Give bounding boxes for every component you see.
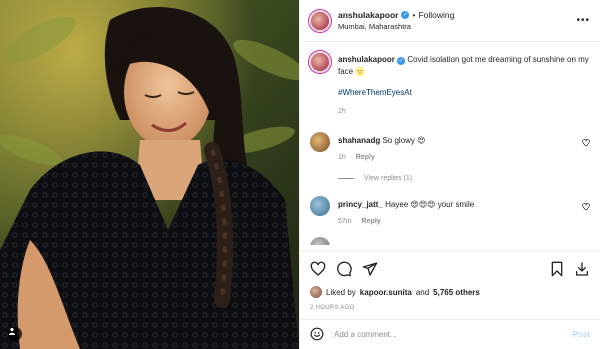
- reply-button[interactable]: Reply: [356, 152, 375, 163]
- post-modal: anshulakapoor ✓ • Following Mumbai, Maha…: [0, 0, 600, 349]
- caption-username[interactable]: anshulakapoor: [338, 55, 395, 64]
- post-side-panel: anshulakapoor ✓ • Following Mumbai, Maha…: [299, 0, 600, 349]
- comments-list[interactable]: anshulakapoor ✓ Covid isolation got me d…: [300, 42, 600, 251]
- view-replies-label: View replies (1): [364, 175, 413, 182]
- liker-username[interactable]: kapoor.sunita: [360, 288, 412, 297]
- comment-username[interactable]: shahanadg: [338, 136, 380, 145]
- comment-age[interactable]: 57m: [338, 216, 352, 227]
- emoji-icon[interactable]: [310, 327, 324, 343]
- post-photo[interactable]: [0, 0, 299, 349]
- more-horizontal-icon[interactable]: •••: [576, 15, 590, 26]
- caption-age[interactable]: 2h: [338, 106, 590, 118]
- comment-text: So glowy 😍: [382, 136, 426, 145]
- caption-author-avatar[interactable]: [310, 52, 330, 72]
- view-replies-button[interactable]: View replies (1): [338, 175, 590, 182]
- paper-plane-icon[interactable]: [362, 261, 378, 279]
- likes-others-link[interactable]: 5,765 others: [433, 288, 480, 297]
- comment-item: shahanadg So glowy 😍 1h Reply: [310, 132, 590, 163]
- post-header: anshulakapoor ✓ • Following Mumbai, Maha…: [300, 0, 600, 42]
- comment-age[interactable]: 1h: [338, 152, 346, 163]
- bookmark-icon[interactable]: [550, 261, 564, 279]
- caption-hashtag[interactable]: #WhereThemEyesAt: [338, 87, 590, 99]
- likes-middle: and: [415, 287, 430, 297]
- download-icon[interactable]: [574, 261, 590, 279]
- comment-username[interactable]: princy_jatt_: [338, 200, 383, 209]
- replies-divider: [338, 178, 354, 179]
- following-button[interactable]: Following: [418, 10, 454, 20]
- comment-item: princy_jatt_ Hayee 😍😍😍 your smile 57m Re…: [310, 196, 590, 227]
- author-avatar[interactable]: [310, 10, 330, 31]
- comment-like-heart-icon[interactable]: [582, 203, 590, 213]
- comment-item-partial: [310, 237, 590, 245]
- likes-prefix: Liked by: [326, 287, 356, 297]
- photo-illustration: [0, 0, 299, 349]
- add-comment-bar: Post: [300, 319, 600, 349]
- verified-badge-icon: ✓: [401, 11, 410, 19]
- comment-input[interactable]: [334, 330, 563, 339]
- likes-summary: Liked by kapoor.sunita and 5,765 others: [310, 286, 590, 298]
- post-location[interactable]: Mumbai, Maharashtra: [338, 22, 454, 31]
- commenter-avatar[interactable]: [310, 132, 330, 152]
- reply-button[interactable]: Reply: [362, 216, 381, 227]
- user-tag-icon[interactable]: [8, 327, 22, 341]
- verified-badge-icon: ✓: [397, 57, 406, 65]
- comment-text: Hayee 😍😍😍 your smile: [385, 200, 475, 209]
- comment-icon[interactable]: [336, 261, 352, 279]
- commenter-avatar[interactable]: [310, 196, 330, 216]
- heart-icon[interactable]: [310, 261, 326, 279]
- liker-avatar[interactable]: [310, 286, 322, 298]
- post-actions: Liked by kapoor.sunita and 5,765 others …: [300, 251, 600, 319]
- post-caption: anshulakapoor ✓ Covid isolation got me d…: [310, 52, 590, 118]
- author-username[interactable]: anshulakapoor: [338, 10, 398, 20]
- post-timestamp[interactable]: 2 HOURS AGO: [310, 305, 590, 319]
- header-separator: •: [412, 10, 416, 20]
- commenter-avatar[interactable]: [310, 237, 330, 245]
- comment-like-heart-icon[interactable]: [582, 139, 590, 149]
- post-comment-button[interactable]: Post: [573, 330, 590, 339]
